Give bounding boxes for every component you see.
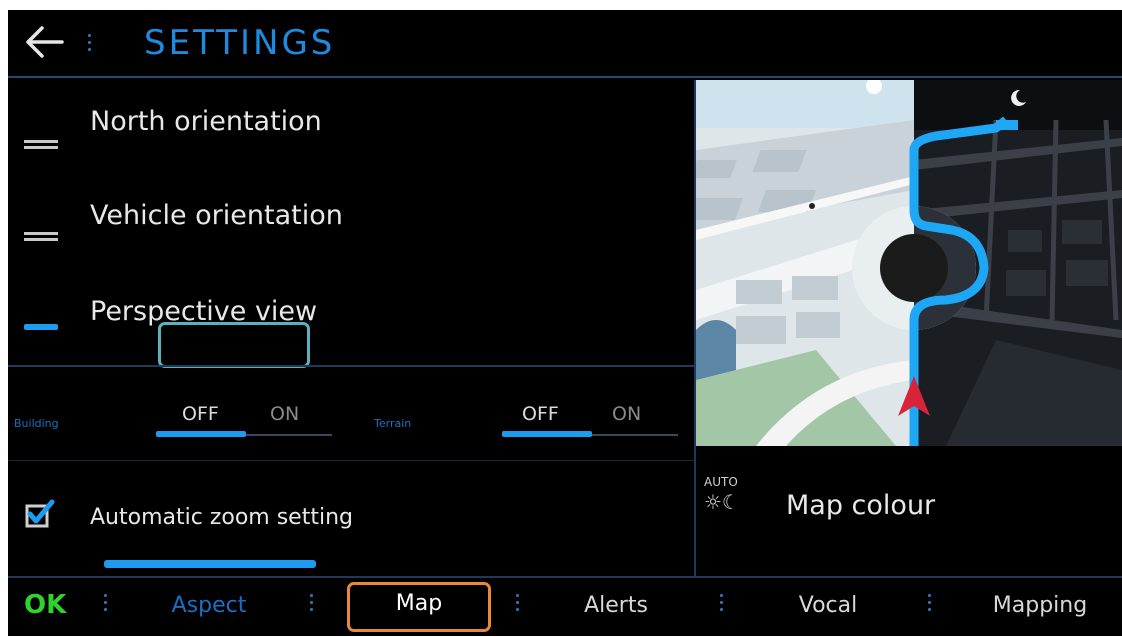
map-colour-button[interactable]: Map colour <box>786 488 935 524</box>
active-tab-indicator <box>104 560 316 568</box>
map-preview <box>696 80 1122 446</box>
terrain-label: Terrain <box>374 417 412 430</box>
building-on-option[interactable]: ON <box>270 402 299 426</box>
tab-map[interactable]: Map <box>347 582 491 632</box>
map-colour-auto-text: AUTO <box>704 475 738 489</box>
option-perspective-view[interactable]: Perspective view <box>8 272 694 364</box>
terrain-on-option[interactable]: ON <box>612 402 641 426</box>
bottom-divider <box>8 576 1122 578</box>
option-label: North orientation <box>90 106 322 137</box>
tab-separator <box>516 590 519 620</box>
tab-separator <box>310 590 313 620</box>
tab-separator <box>104 590 107 620</box>
auto-zoom-label: Automatic zoom setting <box>90 505 353 530</box>
checkbox-checked-icon <box>25 499 55 528</box>
tab-aspect[interactable]: Aspect <box>144 584 274 628</box>
tab-mapping[interactable]: Mapping <box>970 584 1110 628</box>
settings-screen: SETTINGS North orientation Vehicle orien… <box>8 10 1122 636</box>
tab-alerts[interactable]: Alerts <box>556 584 676 628</box>
focus-highlight <box>158 322 310 368</box>
building-toggle-fill <box>156 431 246 437</box>
terrain-toggle-fill <box>502 431 592 437</box>
header-separator <box>88 30 92 60</box>
unselected-indicator <box>24 232 58 235</box>
auto-zoom-checkbox[interactable] <box>24 498 55 528</box>
selected-indicator <box>24 324 58 330</box>
section-divider <box>8 365 694 367</box>
ok-button[interactable]: OK <box>24 588 66 622</box>
terrain-off-option[interactable]: OFF <box>522 402 559 426</box>
option-vehicle-orientation[interactable]: Vehicle orientation <box>8 176 694 268</box>
sun-moon-icon: ☼☾ <box>704 490 740 514</box>
building-label: Building <box>14 417 59 430</box>
tab-separator <box>720 590 723 620</box>
building-off-option[interactable]: OFF <box>182 402 219 426</box>
back-arrow-icon <box>26 26 64 58</box>
page-title: SETTINGS <box>144 23 336 63</box>
back-button[interactable] <box>22 18 68 66</box>
option-north-orientation[interactable]: North orientation <box>8 80 694 172</box>
header-divider <box>8 76 1122 78</box>
section-divider <box>8 460 694 461</box>
tab-separator <box>928 590 931 620</box>
tab-vocal[interactable]: Vocal <box>778 584 878 628</box>
unselected-indicator <box>24 140 58 143</box>
header-bar: SETTINGS <box>8 10 1122 76</box>
option-label: Vehicle orientation <box>90 200 343 231</box>
map-preview-illustration <box>696 80 1122 446</box>
